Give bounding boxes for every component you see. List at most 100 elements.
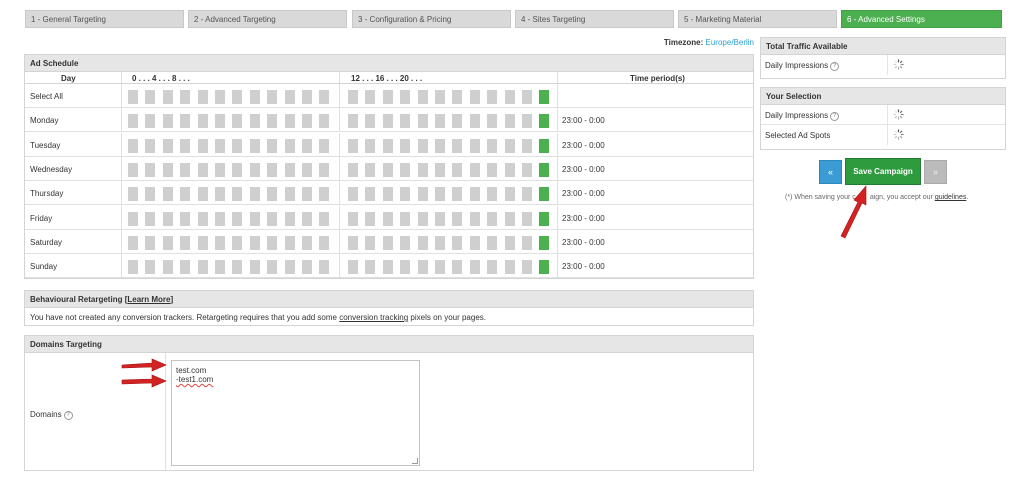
hour-cell[interactable] <box>162 187 173 202</box>
hour-cell[interactable] <box>232 138 243 153</box>
hour-cell[interactable] <box>539 114 550 129</box>
hour-cell[interactable] <box>382 235 393 250</box>
hour-cell[interactable] <box>382 138 393 153</box>
hour-cell[interactable] <box>267 114 278 129</box>
hour-cell[interactable] <box>128 187 138 202</box>
hour-cell[interactable] <box>504 90 515 104</box>
hour-cell[interactable] <box>249 114 260 129</box>
hour-cell[interactable] <box>522 187 532 202</box>
hour-cell[interactable] <box>469 138 480 153</box>
hour-cell[interactable] <box>232 114 243 129</box>
hour-cell[interactable] <box>435 211 445 226</box>
hour-cell[interactable] <box>348 235 358 250</box>
hour-cell[interactable] <box>215 162 225 177</box>
hour-cell[interactable] <box>162 138 173 153</box>
hour-cell[interactable] <box>348 187 358 202</box>
hour-cell[interactable] <box>232 235 243 250</box>
hour-cell[interactable] <box>215 187 225 202</box>
hour-cell[interactable] <box>365 235 376 250</box>
hour-cell[interactable] <box>504 138 515 153</box>
question-icon[interactable]: ? <box>830 112 840 121</box>
hour-cell[interactable] <box>267 211 278 226</box>
hour-cell[interactable] <box>319 211 330 226</box>
hour-cell[interactable] <box>522 260 532 275</box>
hour-cell[interactable] <box>215 260 225 275</box>
tab-configuration-pricing[interactable]: 3 - Configuration & Pricing <box>352 10 511 28</box>
hour-cell[interactable] <box>348 114 358 129</box>
hour-cell[interactable] <box>400 260 411 275</box>
hour-cell[interactable] <box>128 235 138 250</box>
hour-cell[interactable] <box>504 162 515 177</box>
hour-cell[interactable] <box>302 187 312 202</box>
hour-cell[interactable] <box>145 138 156 153</box>
hour-cell[interactable] <box>145 114 156 129</box>
hour-cell[interactable] <box>539 138 550 153</box>
hour-cell[interactable] <box>435 162 445 177</box>
hour-cell[interactable] <box>180 138 191 153</box>
hour-cell[interactable] <box>487 211 498 226</box>
hour-cell[interactable] <box>284 138 295 153</box>
guidelines-link[interactable]: guidelines <box>935 194 967 201</box>
hour-cell[interactable] <box>469 211 480 226</box>
hour-cell[interactable] <box>180 187 191 202</box>
hour-cell[interactable] <box>365 90 376 104</box>
hour-cell[interactable] <box>469 235 480 250</box>
hour-cell[interactable] <box>400 114 411 129</box>
hour-cell[interactable] <box>215 90 225 104</box>
hour-cell[interactable] <box>522 114 532 129</box>
next-button[interactable]: » <box>924 160 947 184</box>
hour-cell[interactable] <box>452 138 463 153</box>
hour-cell[interactable] <box>319 162 330 177</box>
hour-cell[interactable] <box>365 114 376 129</box>
hour-cell[interactable] <box>487 162 498 177</box>
hour-cell[interactable] <box>197 138 208 153</box>
hour-cell[interactable] <box>302 211 312 226</box>
hour-cell[interactable] <box>128 211 138 226</box>
hour-cell[interactable] <box>180 90 191 104</box>
hour-cell[interactable] <box>267 235 278 250</box>
hour-cell[interactable] <box>180 211 191 226</box>
hour-cell[interactable] <box>284 162 295 177</box>
hour-cell[interactable] <box>435 260 445 275</box>
hour-cell[interactable] <box>365 211 376 226</box>
hour-cell[interactable] <box>302 260 312 275</box>
hour-cell[interactable] <box>382 211 393 226</box>
hour-cell[interactable] <box>435 114 445 129</box>
day-label[interactable]: Select All <box>30 92 63 101</box>
hour-cell[interactable] <box>145 90 156 104</box>
hour-cell[interactable] <box>522 162 532 177</box>
hour-cell[interactable] <box>539 90 550 104</box>
hour-cell[interactable] <box>162 211 173 226</box>
hour-cell[interactable] <box>435 187 445 202</box>
hour-cell[interactable] <box>487 187 498 202</box>
hour-cell[interactable] <box>197 114 208 129</box>
hour-cell[interactable] <box>504 260 515 275</box>
tab-general-targeting[interactable]: 1 - General Targeting <box>25 10 184 28</box>
hour-cell[interactable] <box>145 162 156 177</box>
tab-advanced-targeting[interactable]: 2 - Advanced Targeting <box>188 10 347 28</box>
hour-cell[interactable] <box>197 260 208 275</box>
hour-cell[interactable] <box>365 138 376 153</box>
hour-cell[interactable] <box>284 90 295 104</box>
hour-cell[interactable] <box>215 211 225 226</box>
learn-more-link[interactable]: Learn More <box>127 295 170 304</box>
hour-cell[interactable] <box>215 138 225 153</box>
hour-cell[interactable] <box>302 90 312 104</box>
hour-cell[interactable] <box>145 260 156 275</box>
hour-cell[interactable] <box>197 90 208 104</box>
hour-cell[interactable] <box>284 235 295 250</box>
hour-cell[interactable] <box>435 138 445 153</box>
hour-cell[interactable] <box>145 211 156 226</box>
hour-cell[interactable] <box>215 114 225 129</box>
hour-cell[interactable] <box>302 138 312 153</box>
hour-cell[interactable] <box>417 114 428 129</box>
hour-cell[interactable] <box>452 235 463 250</box>
hour-cell[interactable] <box>180 260 191 275</box>
hour-cell[interactable] <box>180 162 191 177</box>
hour-cell[interactable] <box>417 235 428 250</box>
hour-cell[interactable] <box>197 211 208 226</box>
hour-cell[interactable] <box>319 138 330 153</box>
hour-cell[interactable] <box>145 235 156 250</box>
hour-cell[interactable] <box>469 187 480 202</box>
hour-cell[interactable] <box>400 138 411 153</box>
